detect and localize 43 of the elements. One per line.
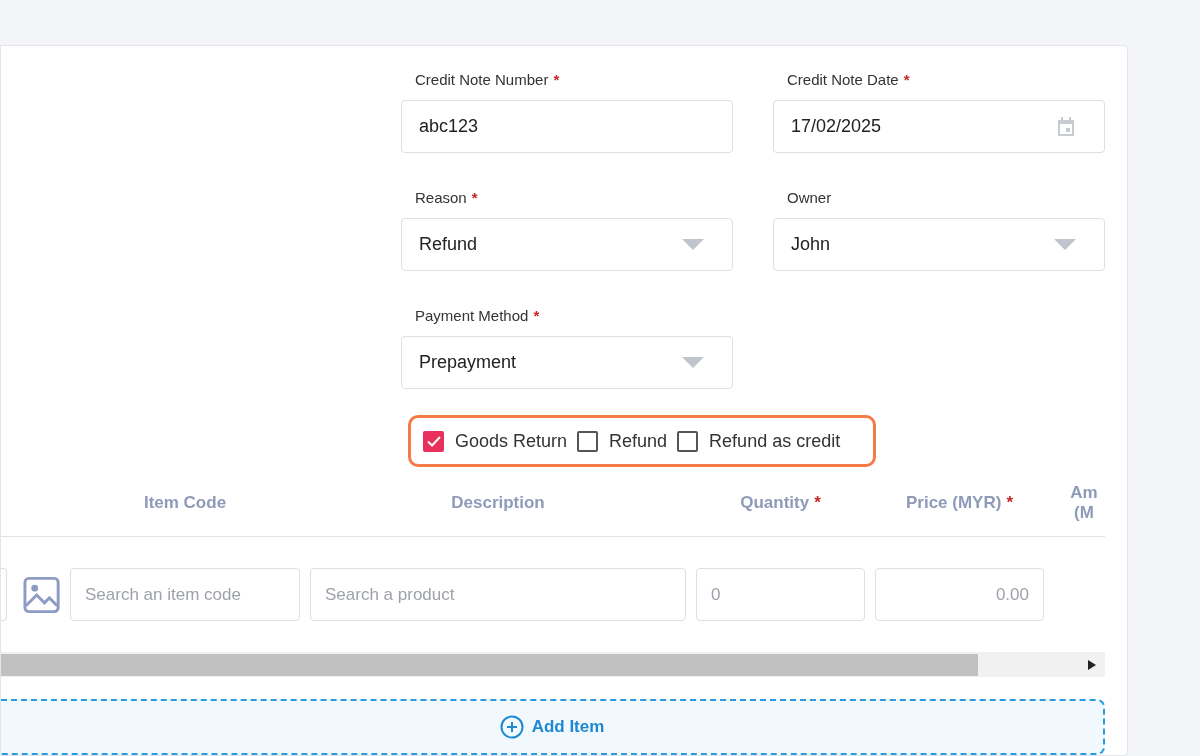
required-mark: * — [1006, 491, 1013, 514]
column-header: Description — [451, 492, 545, 513]
required-mark: * — [903, 69, 910, 90]
checkbox[interactable] — [423, 430, 444, 452]
dropdown-caret-icon — [1054, 239, 1076, 250]
checkbox[interactable] — [577, 430, 599, 452]
select-field[interactable]: Refund — [401, 218, 733, 271]
text-field[interactable]: abc123 — [401, 100, 733, 153]
checkbox-label: Refund as credit — [709, 429, 841, 453]
field-label: Owner — [787, 187, 832, 208]
check-icon — [426, 435, 441, 447]
image-icon[interactable] — [22, 575, 60, 614]
required-mark: * — [533, 305, 540, 326]
field-label: Credit Note Date — [787, 69, 899, 90]
required-mark: * — [553, 69, 560, 90]
required-mark: * — [471, 187, 478, 208]
item-code-field[interactable]: Search an item code — [70, 568, 300, 621]
field-label: Payment Method — [415, 305, 529, 326]
dropdown-caret-icon — [682, 239, 704, 250]
scrollbar-thumb[interactable] — [1, 654, 978, 676]
price-field[interactable]: 0.00 — [875, 568, 1044, 621]
field-label: Reason — [415, 187, 467, 208]
checkbox-label: Refund — [609, 429, 668, 453]
field-label: Credit Note Number — [415, 69, 549, 90]
plus-circle-icon — [499, 715, 524, 740]
dropdown-caret-icon — [682, 357, 704, 368]
select-field[interactable]: Prepayment — [401, 336, 733, 389]
horizontal-scrollbar[interactable] — [1, 652, 1105, 678]
column-header: Item Code — [143, 492, 227, 513]
required-mark: * — [814, 491, 821, 514]
product-search-field[interactable]: Search a product — [310, 568, 686, 621]
date-field[interactable]: 17/02/2025 — [773, 100, 1105, 153]
add-item-button[interactable]: Add Item — [1, 699, 1105, 755]
scroll-right-icon[interactable] — [1088, 660, 1096, 670]
column-header: Price (MYR) — [905, 492, 1002, 513]
column-header: Quantity — [740, 492, 810, 513]
select-field[interactable]: John — [773, 218, 1105, 271]
column-header: Am (M — [1070, 482, 1098, 523]
quantity-field[interactable]: 0 — [696, 568, 865, 621]
input-field[interactable] — [1, 568, 7, 621]
checkbox[interactable] — [677, 430, 699, 452]
checkbox-label: Goods Return — [455, 429, 568, 453]
calendar-icon — [1056, 115, 1076, 138]
